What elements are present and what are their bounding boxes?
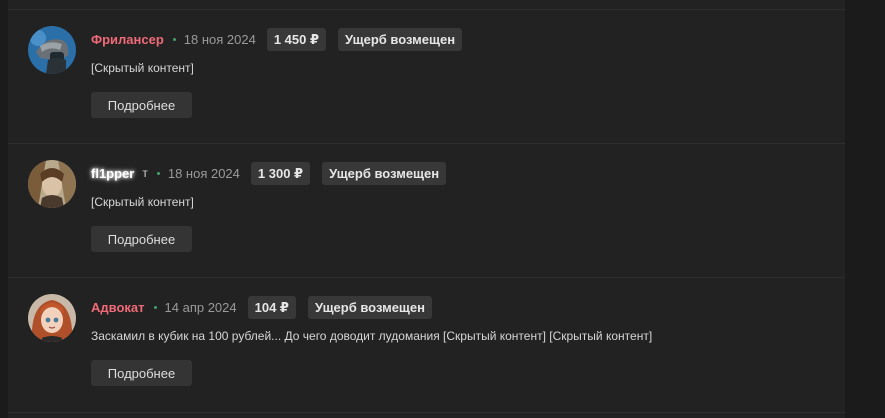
amount-badge: 1 300 ₽ (250, 161, 311, 185)
list-item: Адвокат 14 апр 2024 104 ₽ Ущерб возмещен… (8, 278, 845, 413)
username[interactable]: fl1pper (91, 166, 134, 181)
details-button[interactable]: Подробнее (91, 360, 192, 386)
username[interactable]: Фрилансер (91, 32, 164, 47)
entry-date: 18 ноя 2024 (183, 31, 256, 47)
avatar[interactable] (28, 26, 76, 74)
entry-content: [Скрытый контент] (91, 61, 194, 75)
status-badge: Ущерб возмещен (307, 295, 432, 319)
online-dot-icon (172, 37, 176, 41)
entry-meta: fl1pper т 18 ноя 2024 1 300 ₽ Ущерб возм… (91, 161, 447, 185)
right-margin (845, 0, 885, 418)
amount-badge: 1 450 ₽ (266, 27, 327, 51)
avatar[interactable] (28, 160, 76, 208)
page: Фрилансер 18 ноя 2024 1 450 ₽ Ущерб возм… (0, 0, 885, 418)
entry-meta: Адвокат 14 апр 2024 104 ₽ Ущерб возмещен (91, 295, 432, 319)
avatar[interactable] (28, 294, 76, 342)
entry-date: 14 апр 2024 (164, 299, 237, 315)
entry-content: [Скрытый контент] (91, 195, 194, 209)
status-badge: Ущерб возмещен (338, 27, 463, 51)
entry-content: Заскамил в кубик на 100 рублей... До чег… (91, 329, 653, 343)
list-item: Фрилансер 18 ноя 2024 1 450 ₽ Ущерб возм… (8, 10, 845, 144)
details-button[interactable]: Подробнее (91, 92, 192, 118)
username[interactable]: Адвокат (91, 300, 145, 315)
list-item: fl1pper т 18 ноя 2024 1 300 ₽ Ущерб возм… (8, 144, 845, 278)
status-badge: Ущерб возмещен (322, 161, 447, 185)
amount-badge: 104 ₽ (247, 295, 296, 319)
entry-date: 18 ноя 2024 (167, 165, 240, 181)
user-suffix: т (142, 166, 148, 180)
online-dot-icon (156, 171, 160, 175)
details-button[interactable]: Подробнее (91, 226, 192, 252)
entry-meta: Фрилансер 18 ноя 2024 1 450 ₽ Ущерб возм… (91, 27, 463, 51)
online-dot-icon (153, 305, 157, 309)
